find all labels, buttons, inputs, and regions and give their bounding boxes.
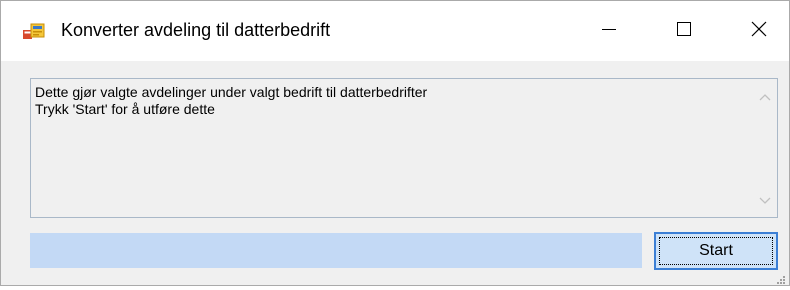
minimize-button[interactable] (586, 1, 632, 61)
message-text: Dette gjør valgte avdelinger under valgt… (35, 84, 428, 117)
chevron-up-icon (759, 88, 771, 106)
vertical-scrollbar[interactable] (753, 79, 777, 217)
close-icon (751, 21, 767, 42)
start-button[interactable]: Start (654, 232, 778, 270)
chevron-down-icon (759, 192, 771, 210)
app-forms-icon (23, 23, 45, 43)
app-window: Konverter avdeling til datterbedrift Det… (0, 0, 790, 286)
title-bar[interactable]: Konverter avdeling til datterbedrift (1, 1, 789, 61)
close-button[interactable] (736, 1, 782, 61)
resize-grip-icon[interactable] (776, 272, 786, 284)
maximize-button[interactable] (661, 1, 707, 61)
progress-bar (30, 233, 642, 268)
focus-rectangle (659, 237, 773, 265)
minimize-icon (602, 22, 616, 41)
window-title: Konverter avdeling til datterbedrift (61, 20, 331, 40)
message-textbox[interactable]: Dette gjør valgte avdelinger under valgt… (30, 78, 778, 218)
maximize-icon (677, 21, 691, 41)
scroll-up-button[interactable] (753, 87, 777, 107)
scroll-down-button[interactable] (753, 191, 777, 211)
